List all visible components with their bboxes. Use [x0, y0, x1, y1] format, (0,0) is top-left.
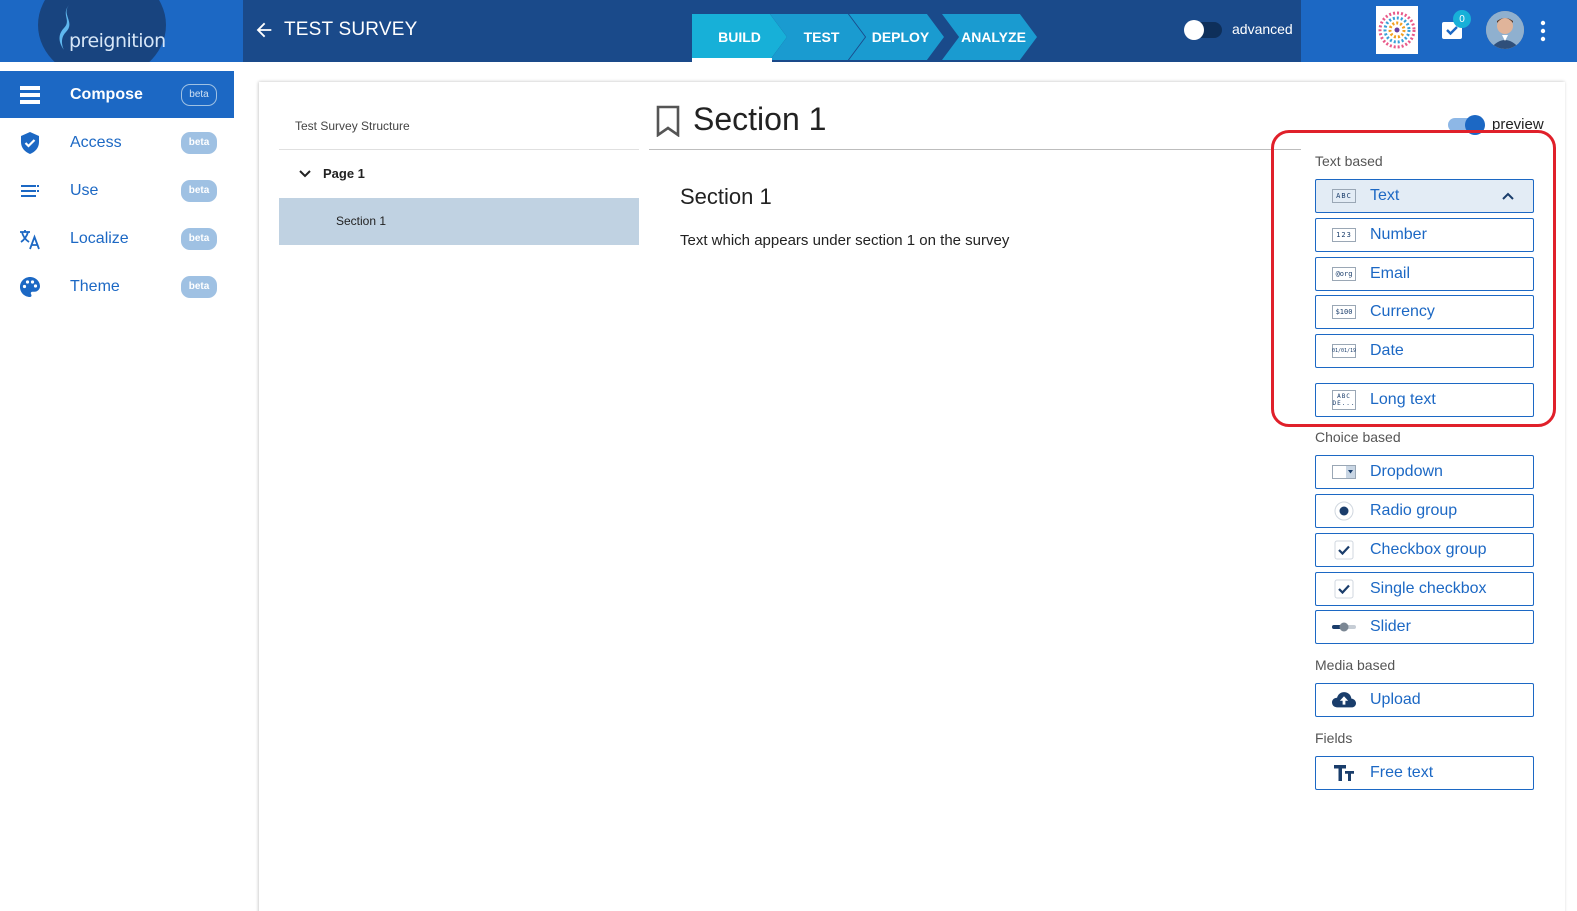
beta-badge: beta	[181, 131, 217, 154]
tree-page-item[interactable]: Page 1	[279, 159, 639, 189]
tool-label: Single checkbox	[1370, 580, 1487, 597]
add-radio-group-button[interactable]: Radio group	[1315, 494, 1534, 528]
radio-icon	[1332, 501, 1356, 521]
step-deploy-label: DEPLOY	[871, 29, 930, 45]
bookmark-icon	[656, 105, 680, 137]
tool-label: Upload	[1370, 691, 1421, 708]
step-test-label: TEST	[803, 29, 840, 45]
page-label: Page 1	[323, 166, 365, 181]
choice-based-title: Choice based	[1315, 429, 1401, 445]
advanced-label: advanced	[1232, 21, 1293, 37]
text-fields-icon	[1332, 764, 1356, 782]
beta-badge: beta	[181, 83, 217, 106]
header-actions	[1301, 0, 1577, 62]
sidebar-item-label: Localize	[70, 229, 129, 247]
slider-icon	[1332, 618, 1356, 636]
avatar[interactable]	[1486, 11, 1524, 49]
list-icon	[21, 184, 39, 197]
beta-badge: beta	[181, 227, 217, 250]
sidebar-item-label: Theme	[70, 277, 120, 295]
compose-icon	[20, 85, 40, 104]
add-single-checkbox-button[interactable]: Single checkbox	[1315, 572, 1534, 606]
tool-label: Radio group	[1370, 502, 1458, 519]
section-title[interactable]: Section 1	[680, 184, 772, 210]
organization-logo[interactable]	[1376, 6, 1418, 54]
back-arrow-icon[interactable]	[253, 19, 275, 41]
step-build-label: BUILD	[718, 29, 761, 45]
survey-title: TEST SURVEY	[284, 19, 418, 40]
fields-title: Fields	[1315, 730, 1353, 746]
mandala-icon	[1378, 11, 1416, 49]
tool-label: Dropdown	[1370, 463, 1443, 480]
sidebar-item-use[interactable]: Use beta	[0, 167, 234, 214]
section-description[interactable]: Text which appears under section 1 on th…	[680, 232, 1009, 249]
checkbox-icon	[1332, 579, 1356, 599]
user-photo-icon	[1486, 11, 1524, 49]
structure-title: Test Survey Structure	[295, 119, 410, 133]
step-build[interactable]: BUILD	[692, 14, 787, 60]
dropdown-icon	[1332, 463, 1356, 481]
divider	[649, 149, 1301, 150]
tool-label: Checkbox group	[1370, 541, 1487, 558]
add-upload-button[interactable]: Upload	[1315, 683, 1534, 717]
notification-badge: 0	[1453, 10, 1471, 28]
beta-badge: beta	[181, 179, 217, 202]
toggle-knob	[1184, 20, 1204, 40]
beta-badge: beta	[181, 275, 217, 298]
step-analyze-label: ANALYZE	[961, 29, 1026, 45]
shield-check-icon	[21, 131, 39, 154]
sidebar-item-theme[interactable]: Theme beta	[0, 263, 234, 310]
cloud-upload-icon	[1332, 691, 1356, 709]
tool-label: Slider	[1370, 618, 1411, 635]
advanced-toggle[interactable]	[1184, 20, 1222, 40]
sidebar-item-compose[interactable]: Compose beta	[0, 71, 234, 118]
sidebar: Compose beta Access beta Use beta Locali…	[0, 62, 243, 911]
sidebar-item-access[interactable]: Access beta	[0, 119, 234, 166]
logo-area: preignition	[0, 0, 243, 62]
section-label: Section 1	[336, 214, 387, 228]
palette-icon	[20, 276, 40, 297]
active-step-indicator	[692, 58, 772, 62]
add-dropdown-button[interactable]: Dropdown	[1315, 455, 1534, 489]
more-options-icon[interactable]	[1538, 20, 1548, 42]
chevron-down-icon[interactable]	[298, 167, 312, 181]
add-slider-button[interactable]: Slider	[1315, 610, 1534, 644]
tool-label: Free text	[1370, 764, 1434, 781]
section-heading: Section 1	[693, 101, 827, 137]
divider	[279, 149, 639, 150]
highlight-annotation	[1271, 130, 1556, 427]
sidebar-item-localize[interactable]: Localize beta	[0, 215, 234, 262]
sidebar-item-label: Access	[70, 133, 122, 151]
translate-icon	[20, 229, 40, 249]
media-based-title: Media based	[1315, 657, 1396, 673]
logo-text: preignition	[69, 30, 166, 52]
add-checkbox-group-button[interactable]: Checkbox group	[1315, 533, 1534, 567]
checkbox-icon	[1332, 540, 1356, 560]
sidebar-item-label: Use	[70, 181, 99, 199]
sidebar-item-label: Compose	[70, 85, 143, 103]
tree-section-item[interactable]: Section 1	[279, 198, 639, 245]
add-free-text-button[interactable]: Free text	[1315, 756, 1534, 790]
